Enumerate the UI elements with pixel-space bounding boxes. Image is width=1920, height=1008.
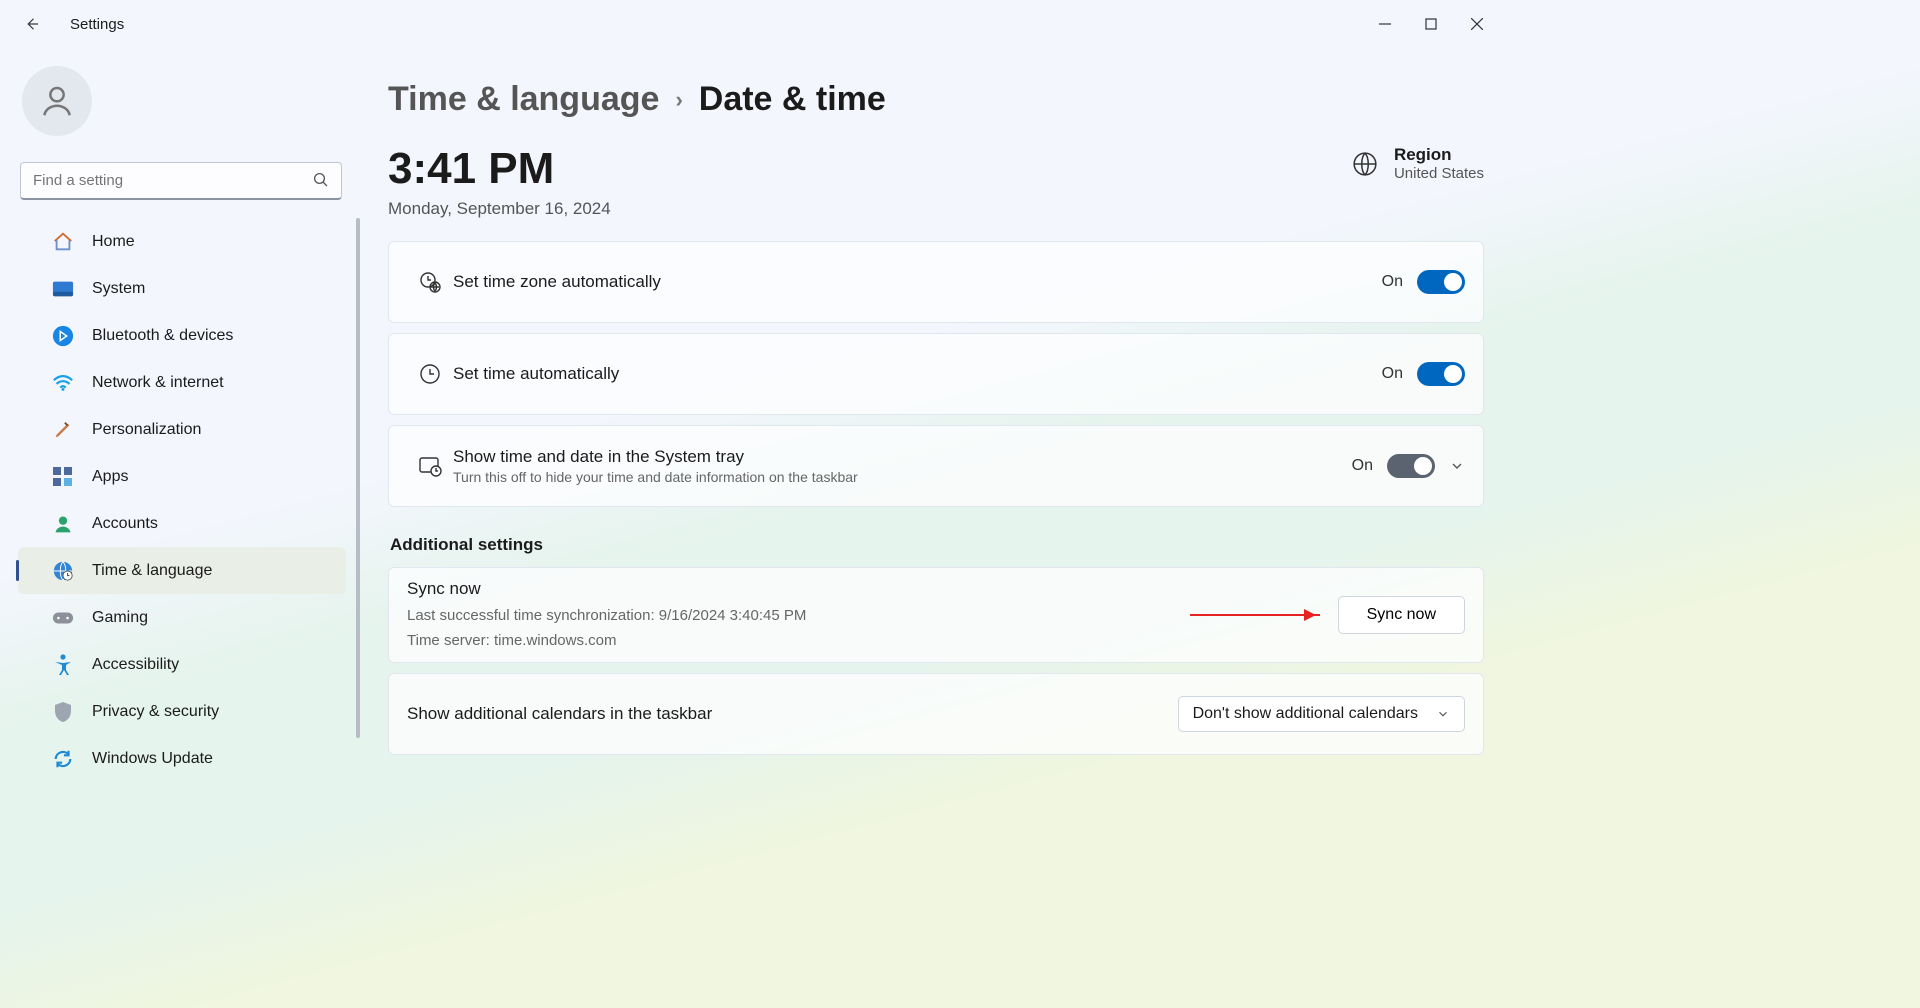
- search-input[interactable]: [20, 162, 342, 200]
- current-date: Monday, September 16, 2024: [388, 199, 611, 219]
- sidebar-item-personalization[interactable]: Personalization: [18, 406, 346, 453]
- sidebar-item-network[interactable]: Network & internet: [18, 359, 346, 406]
- sidebar-item-home[interactable]: Home: [18, 218, 346, 265]
- chevron-down-icon: [1436, 707, 1450, 721]
- sidebar-item-time-language[interactable]: Time & language: [18, 547, 346, 594]
- setting-tray: Show time and date in the System tray Tu…: [388, 425, 1484, 507]
- sidebar-item-label: Apps: [92, 468, 128, 486]
- section-header: Additional settings: [390, 535, 1484, 555]
- setting-tz-auto: Set time zone automatically On: [388, 241, 1484, 323]
- sidebar-item-label: Personalization: [92, 421, 201, 439]
- sidebar-item-label: System: [92, 280, 145, 298]
- accessibility-icon: [52, 654, 74, 676]
- setting-calendars: Show additional calendars in the taskbar…: [388, 673, 1484, 755]
- sidebar-item-label: Gaming: [92, 609, 148, 627]
- main-content: Time & language › Date & time 3:41 PM Mo…: [360, 48, 1512, 800]
- toggle-tz-auto[interactable]: [1417, 270, 1465, 294]
- toggle-tray[interactable]: [1387, 454, 1435, 478]
- app-title: Settings: [70, 16, 124, 33]
- scrollbar[interactable]: [356, 218, 360, 738]
- current-time: 3:41 PM: [388, 145, 611, 193]
- timezone-icon: [407, 270, 453, 294]
- avatar[interactable]: [22, 66, 92, 136]
- sidebar-item-label: Network & internet: [92, 374, 224, 392]
- sync-server: Time server: time.windows.com: [407, 630, 806, 651]
- sidebar-item-privacy[interactable]: Privacy & security: [18, 688, 346, 735]
- brush-icon: [52, 419, 74, 441]
- close-button[interactable]: [1454, 8, 1500, 40]
- sidebar-item-label: Bluetooth & devices: [92, 327, 233, 345]
- annotation-arrow: [1190, 614, 1320, 616]
- title-bar: Settings: [0, 0, 1512, 48]
- setting-title: Show additional calendars in the taskbar: [407, 704, 712, 724]
- minimize-button[interactable]: [1362, 8, 1408, 40]
- sidebar-item-update[interactable]: Windows Update: [18, 735, 346, 782]
- chevron-down-icon[interactable]: [1449, 458, 1465, 474]
- globe-clock-icon: [52, 560, 74, 582]
- gamepad-icon: [52, 610, 74, 626]
- wifi-icon: [52, 374, 74, 392]
- sync-title: Sync now: [407, 579, 806, 599]
- breadcrumb-parent[interactable]: Time & language: [388, 80, 659, 119]
- setting-title: Set time zone automatically: [453, 272, 661, 292]
- update-icon: [52, 748, 74, 770]
- bluetooth-icon: [52, 325, 74, 347]
- chevron-right-icon: ›: [675, 87, 682, 113]
- back-button[interactable]: [12, 4, 52, 44]
- sidebar-item-label: Home: [92, 233, 135, 251]
- setting-title: Show time and date in the System tray: [453, 447, 858, 467]
- setting-time-auto: Set time automatically On: [388, 333, 1484, 415]
- toggle-state: On: [1352, 457, 1373, 475]
- home-icon: [52, 231, 74, 253]
- toggle-state: On: [1382, 365, 1403, 383]
- sidebar-item-accessibility[interactable]: Accessibility: [18, 641, 346, 688]
- shield-icon: [52, 701, 74, 723]
- breadcrumb: Time & language › Date & time: [388, 80, 1484, 119]
- sidebar-item-apps[interactable]: Apps: [18, 453, 346, 500]
- setting-title: Set time automatically: [453, 364, 619, 384]
- breadcrumb-current: Date & time: [699, 80, 886, 119]
- sync-last: Last successful time synchronization: 9/…: [407, 605, 806, 626]
- sidebar: Home System Bluetooth & devices: [0, 48, 360, 800]
- select-value: Don't show additional calendars: [1193, 705, 1418, 723]
- calendars-select[interactable]: Don't show additional calendars: [1178, 696, 1465, 732]
- maximize-button[interactable]: [1408, 8, 1454, 40]
- region-value: United States: [1394, 165, 1484, 182]
- region-label: Region: [1394, 145, 1484, 165]
- setting-subtitle: Turn this off to hide your time and date…: [453, 469, 858, 485]
- sidebar-item-label: Windows Update: [92, 750, 213, 768]
- sidebar-item-gaming[interactable]: Gaming: [18, 594, 346, 641]
- sidebar-item-label: Accessibility: [92, 656, 179, 674]
- toggle-time-auto[interactable]: [1417, 362, 1465, 386]
- sidebar-item-accounts[interactable]: Accounts: [18, 500, 346, 547]
- sidebar-item-label: Privacy & security: [92, 703, 219, 721]
- nav-list: Home System Bluetooth & devices: [0, 218, 360, 800]
- person-icon: [52, 514, 74, 534]
- setting-sync: Sync now Last successful time synchroniz…: [388, 567, 1484, 663]
- region-block[interactable]: Region United States: [1352, 145, 1484, 182]
- sidebar-item-system[interactable]: System: [18, 265, 346, 312]
- globe-icon: [1352, 151, 1378, 177]
- system-icon: [52, 280, 74, 298]
- clock-icon: [407, 362, 453, 386]
- sidebar-item-label: Accounts: [92, 515, 158, 533]
- search-icon: [312, 171, 330, 189]
- apps-icon: [52, 467, 74, 487]
- toggle-state: On: [1382, 273, 1403, 291]
- sync-now-button[interactable]: Sync now: [1338, 596, 1465, 634]
- taskbar-clock-icon: [407, 455, 453, 477]
- sidebar-item-label: Time & language: [92, 562, 212, 580]
- sidebar-item-bluetooth[interactable]: Bluetooth & devices: [18, 312, 346, 359]
